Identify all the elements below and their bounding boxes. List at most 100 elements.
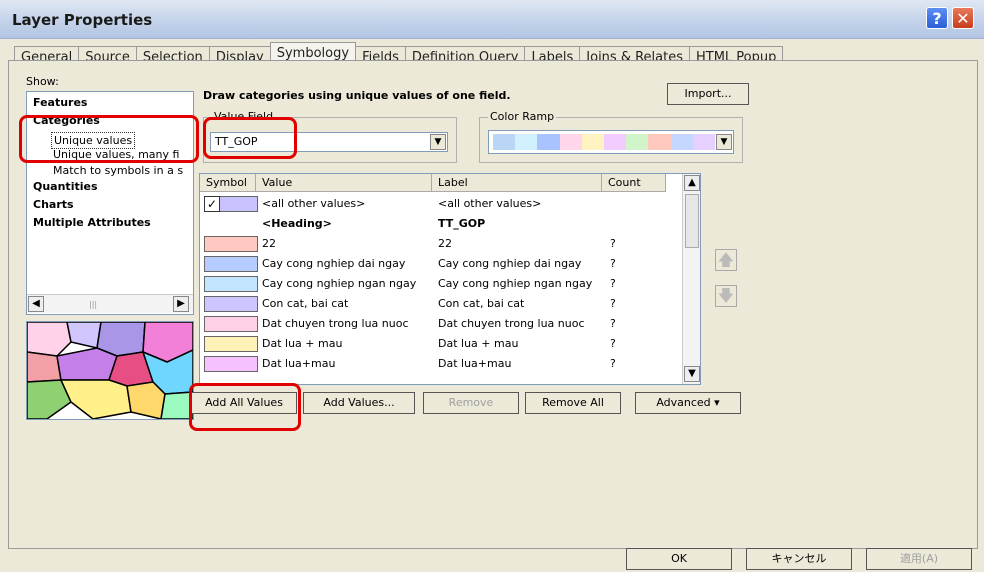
highlight-value-field [203,117,297,159]
arrow-up-icon[interactable]: 🡅 [715,249,737,271]
label-cell[interactable]: <all other values> [438,197,541,210]
tree-item-quantities[interactable]: Quantities [33,180,98,193]
color-ramp-stop [537,134,560,150]
question-icon[interactable]: ? [926,7,948,29]
count-cell: ? [610,297,616,310]
symbol-swatch[interactable] [204,276,258,292]
count-cell: ? [610,277,616,290]
table-row[interactable]: Con cat, bai cat Con cat, bai cat? [200,294,680,314]
value-cell: Dat chuyen trong lua nuoc [262,317,409,330]
label-cell[interactable]: 22 [438,237,452,250]
apply-button[interactable]: 適用(A) [866,548,972,570]
table-row[interactable]: 22 22? [200,234,680,254]
tree-item-multiple-attributes[interactable]: Multiple Attributes [33,216,151,229]
value-cell: <Heading> [262,217,332,230]
table-row[interactable]: Dat lua + mau Dat lua + mau? [200,334,680,354]
table-vertical-scrollbar[interactable]: ▲ ▼ [682,174,700,384]
tree-item-features[interactable]: Features [33,96,87,109]
title-bar: Layer Properties ? ✕ [0,0,984,39]
show-all-other-values-checkbox[interactable]: ✓ [204,196,220,212]
map-preview-image [27,322,193,419]
color-ramp-stop [515,134,538,150]
count-cell: ? [610,337,616,350]
show-label: Show: [26,75,59,88]
import-button[interactable]: Import... [667,83,749,105]
chevron-down-icon[interactable]: ▼ [716,134,732,150]
count-cell: ? [610,257,616,270]
value-cell: <all other values> [262,197,366,210]
advanced-button[interactable]: Advanced ▾ [635,392,741,414]
symbol-swatch[interactable] [204,316,258,332]
value-cell: 22 [262,237,276,250]
color-ramp-swatch [493,134,716,150]
table-row[interactable]: Dat lua+mau Dat lua+mau? [200,354,680,374]
arrow-down-icon[interactable]: 🡇 [715,285,737,307]
highlight-unique-values [19,115,199,163]
column-header-value[interactable]: Value [256,174,432,192]
window-title: Layer Properties [12,11,153,29]
count-cell: ? [610,357,616,370]
label-cell[interactable]: Cay cong nghiep dai ngay [438,257,581,270]
label-cell[interactable]: Dat lua + mau [438,337,518,350]
tab-panel: Show: Features Categories Unique values … [8,60,978,549]
color-ramp-stop [626,134,649,150]
label-cell[interactable]: Dat lua+mau [438,357,511,370]
color-ramp-stop [648,134,671,150]
symbol-swatch[interactable] [204,336,258,352]
symbology-description: Draw categories using unique values of o… [203,89,511,102]
close-icon[interactable]: ✕ [952,7,974,29]
value-cell: Con cat, bai cat [262,297,349,310]
value-cell: Dat lua+mau [262,357,336,370]
color-ramp-stop [604,134,627,150]
scroll-thumb[interactable] [685,194,699,248]
value-cell: Cay cong nghiep ngan ngay [262,277,417,290]
color-ramp-stop [581,134,605,150]
symbol-swatch[interactable] [204,296,258,312]
label-cell[interactable]: Con cat, bai cat [438,297,524,310]
color-ramp-stop [559,134,582,150]
symbol-swatch[interactable] [204,236,258,252]
highlight-add-all-values [189,383,301,431]
table-row[interactable]: Cay cong nghiep ngan ngay Cay cong nghiep… [200,274,680,294]
color-ramp-stop [493,134,516,150]
table-row[interactable]: Dat chuyen trong lua nuoc Dat chuyen tron… [200,314,680,334]
scroll-right-icon[interactable]: ▶ [173,296,189,312]
column-header-symbol[interactable]: Symbol [200,174,256,192]
color-ramp-select[interactable]: ▼ [488,130,734,154]
count-cell: ? [610,237,616,250]
layer-properties-dialog: Layer Properties ? ✕ General Source Sele… [0,0,984,572]
ok-button[interactable]: OK [626,548,732,570]
remove-button[interactable]: Remove [423,392,519,414]
chevron-down-icon[interactable]: ▼ [430,134,446,150]
values-table: Symbol Value Label Count ✓ <all other val… [199,173,701,385]
map-preview [26,321,194,420]
scroll-down-icon[interactable]: ▼ [684,366,700,382]
scroll-up-icon[interactable]: ▲ [684,175,700,191]
count-cell: ? [610,317,616,330]
symbol-swatch[interactable] [204,356,258,372]
tree-horizontal-scrollbar[interactable]: ◀ ||| ▶ [27,294,193,313]
tree-item-match-to-symbols[interactable]: Match to symbols in a s [53,164,183,177]
color-ramp-stop [670,134,693,150]
label-cell[interactable]: Cay cong nghiep ngan ngay [438,277,592,290]
table-row[interactable]: ✓ <all other values> <all other values> [200,194,680,214]
cancel-button[interactable]: キャンセル [746,548,852,570]
remove-all-button[interactable]: Remove All [525,392,621,414]
color-ramp-group: Color Ramp ▼ [479,110,743,163]
add-values-button[interactable]: Add Values... [303,392,415,414]
advanced-button-label: Advanced [656,396,711,409]
color-ramp-label: Color Ramp [488,110,557,123]
value-cell: Cay cong nghiep dai ngay [262,257,406,270]
column-header-count[interactable]: Count [602,174,666,192]
symbol-swatch[interactable] [204,256,258,272]
value-cell: Dat lua + mau [262,337,343,350]
table-row[interactable]: Cay cong nghiep dai ngay Cay cong nghiep … [200,254,680,274]
chevron-down-icon: ▾ [714,396,720,409]
table-row[interactable]: <Heading> TT_GOP [200,214,680,234]
scroll-left-icon[interactable]: ◀ [28,296,44,312]
tree-item-charts[interactable]: Charts [33,198,74,211]
scroll-thumb[interactable]: ||| [89,300,97,309]
label-cell[interactable]: TT_GOP [438,217,485,230]
label-cell[interactable]: Dat chuyen trong lua nuoc [438,317,585,330]
column-header-label[interactable]: Label [432,174,602,192]
